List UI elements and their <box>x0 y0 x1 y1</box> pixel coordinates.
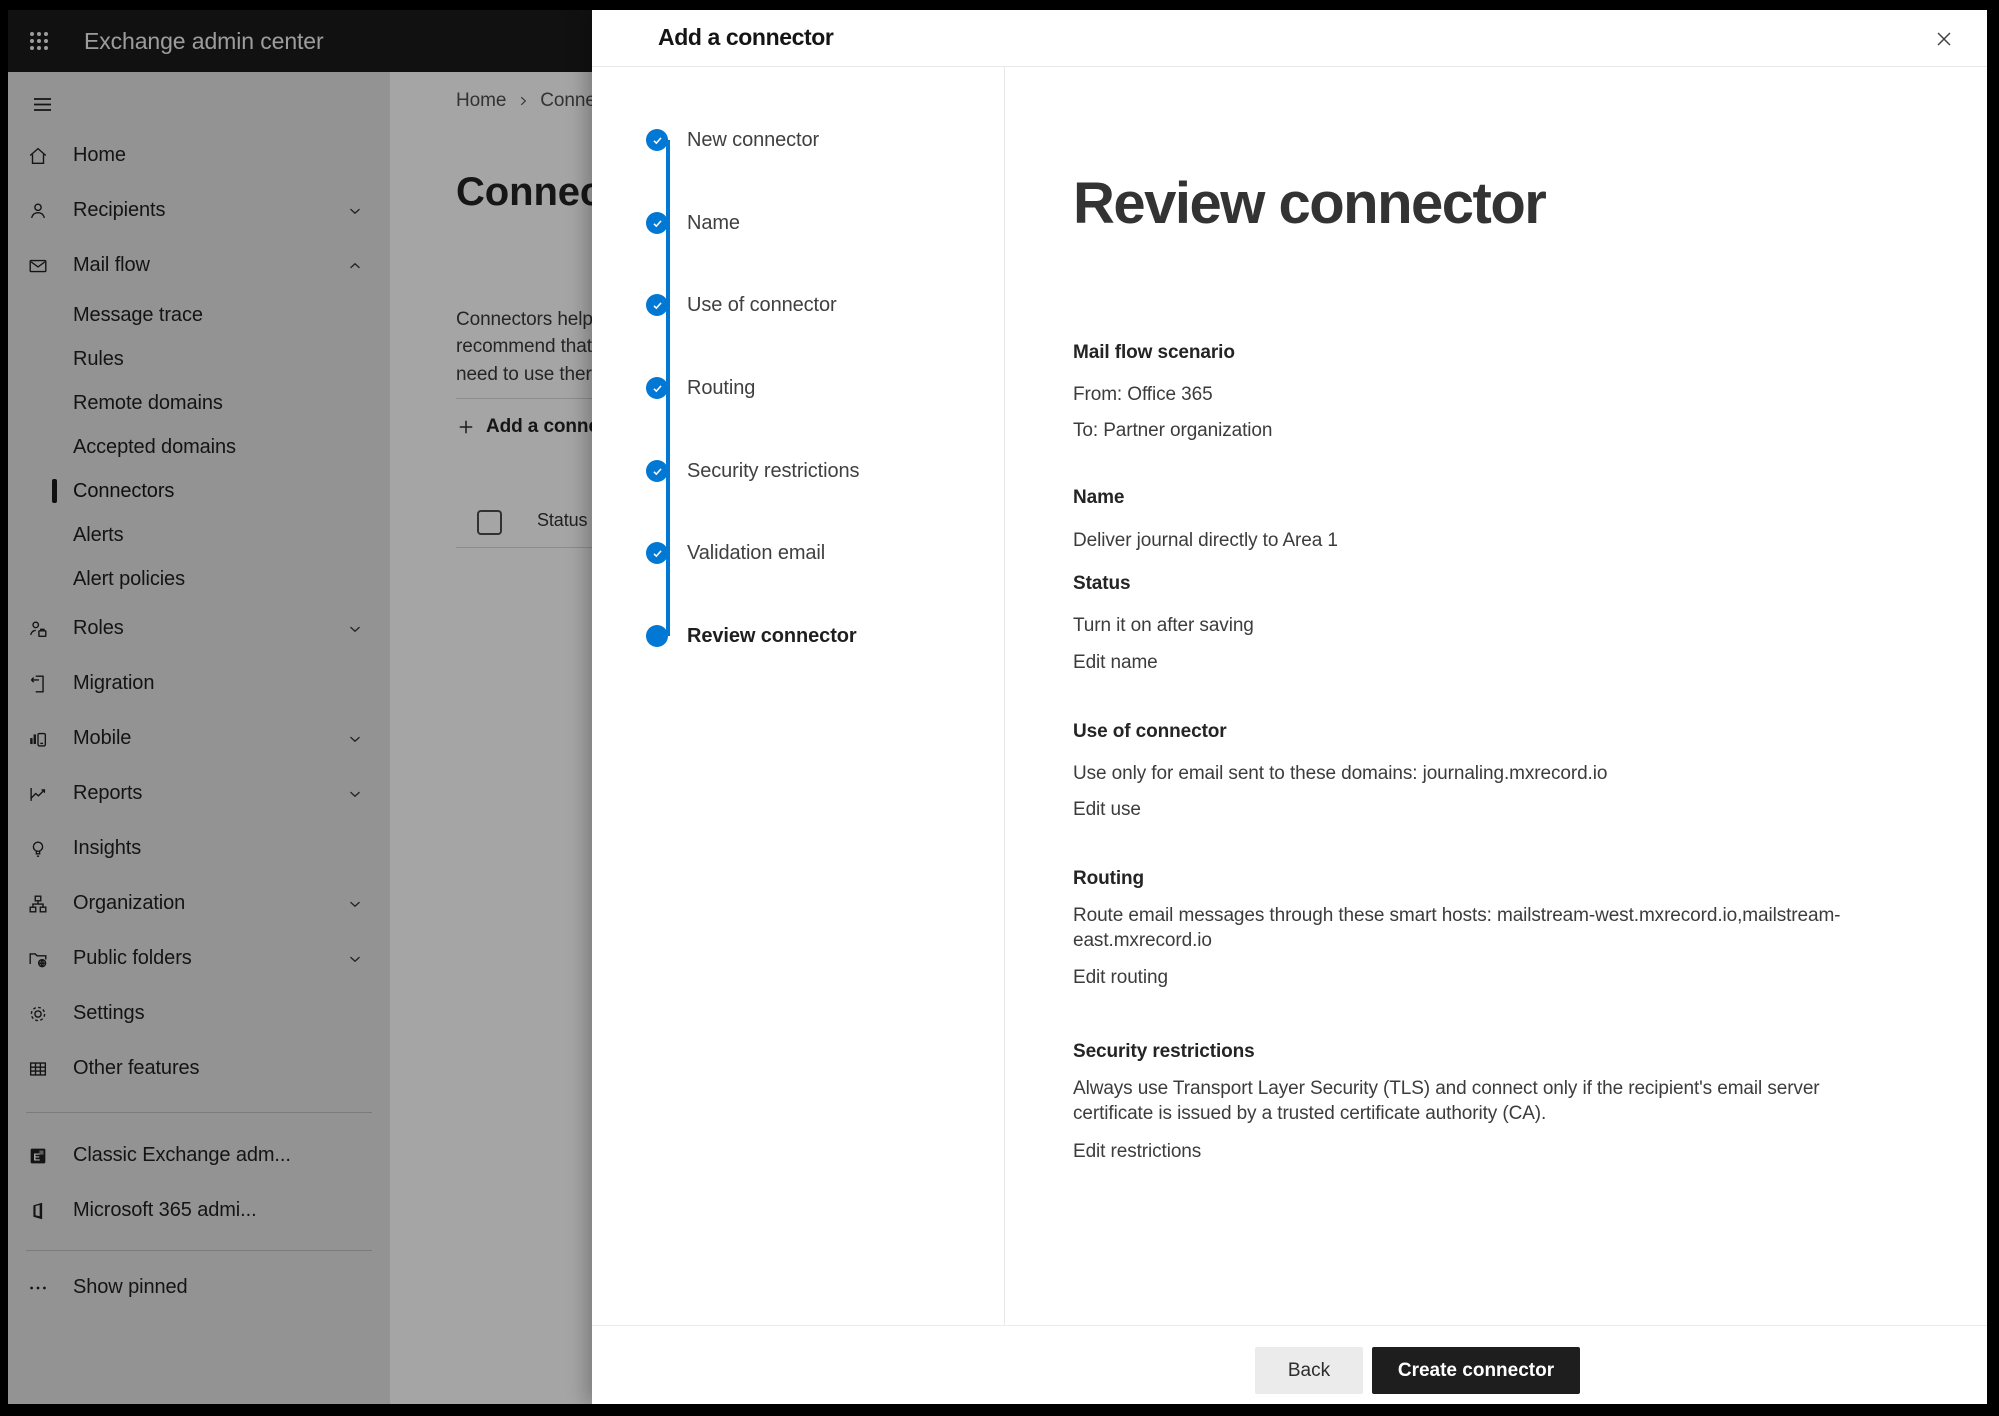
app-window: Exchange admin center Home Recipients Ma… <box>8 10 1987 1404</box>
screenshot-frame: Exchange admin center Home Recipients Ma… <box>0 0 1999 1416</box>
step-completed-icon <box>646 377 668 399</box>
close-icon <box>1933 28 1955 50</box>
step-name[interactable]: Name <box>646 201 740 245</box>
mail-flow-to: To: Partner organization <box>1073 418 1873 443</box>
step-label: Validation email <box>687 542 825 565</box>
step-completed-icon <box>646 542 668 564</box>
step-validation-email[interactable]: Validation email <box>646 531 825 575</box>
step-routing[interactable]: Routing <box>646 366 755 410</box>
status-value: Turn it on after saving <box>1073 613 1873 638</box>
step-label: Use of connector <box>687 294 837 317</box>
routing-value: Route email messages through these smart… <box>1073 903 1873 953</box>
name-value: Deliver journal directly to Area 1 <box>1073 528 1873 553</box>
close-button[interactable] <box>1927 22 1961 56</box>
step-completed-icon <box>646 129 668 151</box>
mail-flow-scenario-heading: Mail flow scenario <box>1073 340 1873 365</box>
step-use-of-connector[interactable]: Use of connector <box>646 283 837 327</box>
modal-footer-divider <box>592 1325 1987 1326</box>
use-of-connector-heading: Use of connector <box>1073 719 1873 744</box>
step-label: New connector <box>687 129 819 152</box>
security-restrictions-heading: Security restrictions <box>1073 1039 1873 1064</box>
step-current-icon <box>646 625 668 647</box>
review-heading: Review connector <box>1073 170 1545 237</box>
security-restrictions-value: Always use Transport Layer Security (TLS… <box>1073 1076 1873 1126</box>
step-security-restrictions[interactable]: Security restrictions <box>646 449 859 493</box>
wizard-divider <box>1004 67 1005 1325</box>
back-button[interactable]: Back <box>1255 1347 1363 1394</box>
mail-flow-from: From: Office 365 <box>1073 382 1873 407</box>
create-connector-button[interactable]: Create connector <box>1372 1347 1580 1394</box>
modal-header-divider <box>592 66 1987 67</box>
routing-heading: Routing <box>1073 866 1873 891</box>
step-completed-icon <box>646 460 668 482</box>
step-label: Security restrictions <box>687 460 859 483</box>
step-label: Routing <box>687 377 755 400</box>
name-heading: Name <box>1073 485 1873 510</box>
edit-use-link[interactable]: Edit use <box>1073 797 1141 822</box>
step-label: Review connector <box>687 625 857 648</box>
step-review-connector[interactable]: Review connector <box>646 614 857 658</box>
use-of-connector-value: Use only for email sent to these domains… <box>1073 761 1873 786</box>
step-new-connector[interactable]: New connector <box>646 118 819 162</box>
add-connector-modal: Add a connector New connector Name Use o… <box>592 10 1987 1404</box>
edit-name-link[interactable]: Edit name <box>1073 650 1158 675</box>
step-label: Name <box>687 212 740 235</box>
status-heading: Status <box>1073 571 1873 596</box>
edit-restrictions-link[interactable]: Edit restrictions <box>1073 1139 1201 1164</box>
edit-routing-link[interactable]: Edit routing <box>1073 965 1168 990</box>
modal-title: Add a connector <box>658 24 833 51</box>
step-completed-icon <box>646 294 668 316</box>
step-completed-icon <box>646 212 668 234</box>
